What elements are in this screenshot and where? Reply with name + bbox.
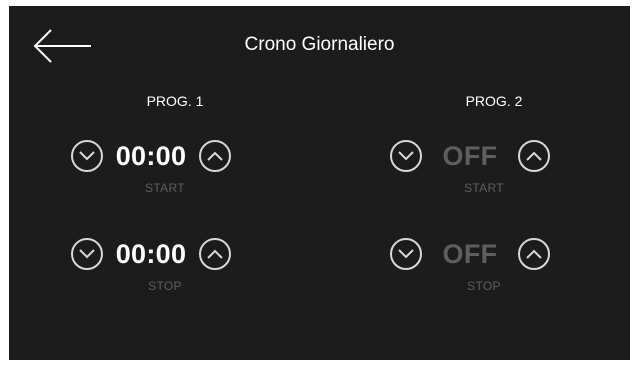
chevron-down-icon <box>398 249 414 259</box>
chevron-down-icon <box>79 249 95 259</box>
program-2-stop-label: STOP <box>467 279 501 293</box>
program-1-start-value: 00:00 <box>115 140 187 171</box>
program-2-stop-increase-button[interactable] <box>518 238 550 270</box>
program-2-stop-value: OFF <box>442 238 498 269</box>
program-2-start-row: OFF <box>390 134 550 178</box>
program-1-stop-label: STOP <box>148 279 182 293</box>
program-1-label: PROG. 1 <box>146 93 204 109</box>
program-2-start-increase-button[interactable] <box>518 140 550 172</box>
program-1-start-label: START <box>145 181 185 195</box>
chevron-down-icon <box>398 151 414 161</box>
chevron-up-icon <box>526 249 542 259</box>
page-title: Crono Giornaliero <box>244 34 395 55</box>
chevron-down-icon <box>79 151 95 161</box>
chevron-up-icon <box>207 151 223 161</box>
program-2-label: PROG. 2 <box>465 93 523 109</box>
program-2-start-decrease-button[interactable] <box>390 140 422 172</box>
chevron-up-icon <box>207 249 223 259</box>
program-1-stop-row: 00:00 <box>71 232 231 276</box>
program-1-start-row: 00:00 <box>71 134 231 178</box>
program-1-stop-decrease-button[interactable] <box>71 238 103 270</box>
program-2-start-value: OFF <box>442 140 498 171</box>
program-1-start-decrease-button[interactable] <box>71 140 103 172</box>
chevron-up-icon <box>526 151 542 161</box>
program-2-stop-decrease-button[interactable] <box>390 238 422 270</box>
program-1-stop-increase-button[interactable] <box>199 238 231 270</box>
program-1-stop-value: 00:00 <box>115 238 187 269</box>
program-1-start-increase-button[interactable] <box>199 140 231 172</box>
program-2-start-label: START <box>464 181 504 195</box>
screen: Crono Giornaliero PROG. 1 00:00 START 00… <box>9 6 630 360</box>
program-2-stop-row: OFF <box>390 232 550 276</box>
